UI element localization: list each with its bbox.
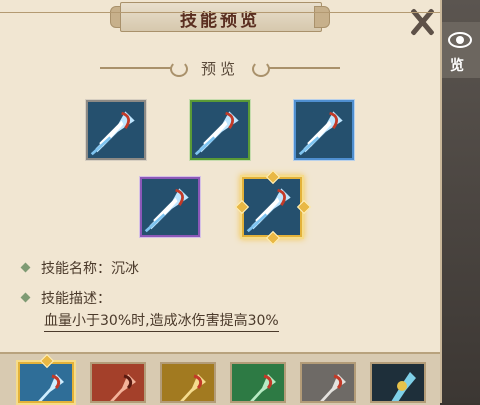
eye-label: 览 [450,58,464,74]
skill-desc-value: 血量小于30%时,造成冰伤害提高30% [44,310,279,332]
ice-blade-icon [88,102,144,158]
ice-blade-icon [244,179,300,235]
ice-blade-icon [192,102,248,158]
bullet-icon [20,292,31,302]
eye-icon [448,32,472,48]
skill-name-value: 沉冰 [111,261,139,277]
skill-slot-fire[interactable] [90,362,146,403]
skill-slot-poison[interactable] [230,362,286,403]
skill-icon-green[interactable] [190,100,250,160]
skill-preview-panel: 技能预览 预览 技能名称：沉冰 技能描述： 血量小于30%时,造成冰伤害提高30… [0,0,442,405]
skill-slot-ice[interactable] [18,362,74,403]
skill-icon-blue[interactable] [294,100,354,160]
poison-blade-icon [232,364,284,401]
bullet-icon [20,262,31,272]
skill-desc-row: 技能描述： [20,288,111,308]
gold-blade-icon [162,364,214,401]
preview-toggle-button[interactable]: 览 [438,22,480,78]
skill-name-row: 技能名称：沉冰 [20,258,139,278]
skill-slot-steel[interactable] [300,362,356,403]
skill-icon-gray[interactable] [86,100,146,160]
skill-icon-purple[interactable] [140,177,200,237]
dark-blade-icon [372,364,424,401]
ice-blade-icon [296,102,352,158]
section-header: 预览 [100,58,340,78]
title-ribbon: 技能预览 [110,0,330,34]
skill-slot-dark[interactable] [370,362,426,403]
skill-name-label: 技能名称： [41,261,111,277]
skill-desc-label: 技能描述： [41,291,111,307]
steel-blade-icon [302,364,354,401]
close-button[interactable] [404,4,438,38]
skill-icon-gold-selected[interactable] [242,177,302,237]
skill-slot-gold[interactable] [160,362,216,403]
ice-blade-icon [20,364,72,401]
window-title: 技能预览 [180,11,260,31]
fire-blade-icon [92,364,144,401]
ice-blade-icon [142,179,198,235]
